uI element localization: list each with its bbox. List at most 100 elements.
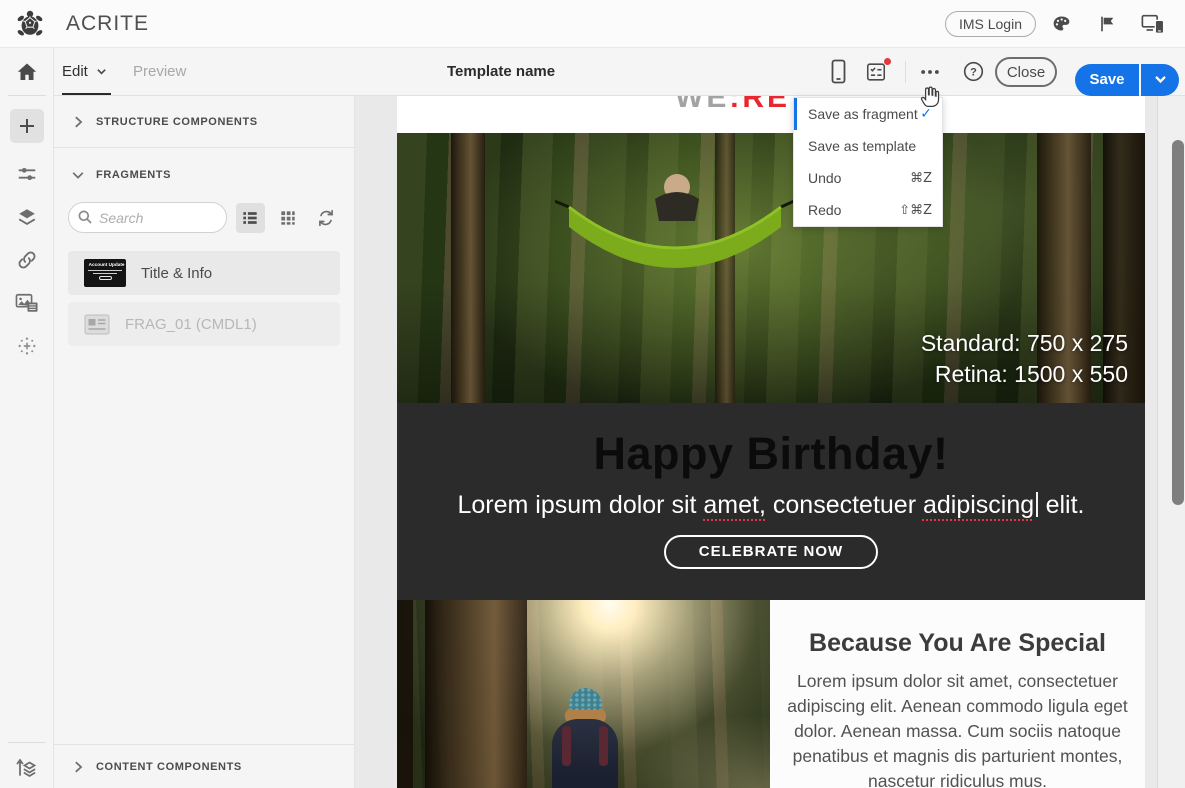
edit-mode-selector[interactable]: Edit [62,48,107,95]
help-button[interactable]: ? [960,48,986,95]
menu-item-shortcut: ⌘Z [910,170,932,186]
toolbar-divider [905,61,906,83]
menu-item-shortcut: ⇧⌘Z [899,202,932,218]
grid-view-button[interactable] [274,203,303,233]
validation-button[interactable] [863,48,892,95]
chevron-down-icon [1154,73,1167,86]
refresh-icon [316,208,336,228]
rail-divider [7,95,46,96]
fragment-label: FRAG_01 (CMDL1) [125,315,257,333]
devices-icon[interactable] [1141,12,1165,36]
hero-tree-trunk [451,133,485,403]
subtitle-text: consectetuer [765,491,923,519]
checklist-icon [865,56,892,83]
palette-icon[interactable] [1049,12,1073,36]
celebrate-now-button[interactable]: CELEBRATE NOW [663,535,879,569]
left-rail [0,48,54,788]
section-label: FRAGMENTS [96,169,172,181]
canvas-scrollbar-thumb[interactable] [1172,140,1184,505]
more-options-menu: Save as fragment ✓ Save as template Undo… [793,97,943,227]
menu-item-label: Undo [808,170,842,186]
help-icon: ? [962,60,985,83]
content-components-section[interactable]: CONTENT COMPONENTS [54,744,354,788]
two-column-section: Because You Are Special Lorem ipsum dolo… [397,600,1145,788]
menu-item-label: Save as template [808,138,917,154]
special-paragraph: Lorem ipsum dolor sit amet, consectetuer… [787,671,1128,788]
structure-components-section[interactable]: STRUCTURE COMPONENTS [54,96,354,148]
chevron-right-icon [71,760,85,774]
check-icon: ✓ [920,106,932,122]
components-sidebar: STRUCTURE COMPONENTS FRAGMENTS Search Ac… [54,96,355,788]
canvas-scrollbar-track[interactable] [1157,96,1185,788]
hero-size-standard: Standard: 750 x 275 [920,330,1128,356]
email-template: WE:RE Standard: 750 x 275 Retina: 1500 x… [397,96,1145,788]
edit-mode-label: Edit [62,63,88,80]
brand-logo: WE:RE [675,96,790,115]
fragments-section-header[interactable]: FRAGMENTS [54,148,354,202]
ims-login-button[interactable]: IMS Login [944,10,1036,37]
menu-item-redo[interactable]: Redo ⇧⌘Z [794,194,942,226]
refresh-button[interactable] [311,203,340,233]
tree-trunk [397,600,413,788]
plus-icon [18,117,36,135]
sliders-icon[interactable] [15,162,39,186]
forest-walk-image-block[interactable] [397,600,770,788]
thumbnail-button [98,276,112,280]
add-components-button[interactable] [9,109,44,143]
birthday-heading[interactable]: Happy Birthday! [397,403,1145,480]
text-caret [1036,492,1038,517]
subtitle-text: Lorem ipsum dolor sit [457,491,704,519]
hero-image-block[interactable]: Standard: 750 x 275 Retina: 1500 x 550 [397,133,1145,403]
home-button[interactable] [0,48,53,95]
grid-view-icon [278,208,298,228]
subtitle-text: elit. [1038,491,1085,519]
app-name: ACRITE [66,11,150,35]
content-tree-icon[interactable] [15,755,39,779]
fragment-item-title-info[interactable]: Account Update Title & Info [68,251,340,295]
special-heading: Because You Are Special [809,629,1106,657]
misspelled-word: amet, [703,491,766,519]
more-icon [919,61,941,83]
list-view-button[interactable] [235,202,265,233]
backpack-strap [562,726,571,766]
menu-item-save-as-fragment[interactable]: Save as fragment ✓ [794,98,942,130]
fragments-toolbar [54,202,354,247]
close-button[interactable]: Close [995,57,1057,87]
search-field-wrap [68,202,227,233]
tab-preview[interactable]: Preview [133,48,186,95]
media-icon[interactable] [15,291,39,315]
special-text-block[interactable]: Because You Are Special Lorem ipsum dolo… [770,600,1145,788]
birthday-subtitle[interactable]: Lorem ipsum dolor sit amet, consectetuer… [397,491,1145,520]
link-icon[interactable] [15,248,39,272]
more-options-button[interactable] [917,48,943,95]
menu-item-undo[interactable]: Undo ⌘Z [794,162,942,194]
svg-text:?: ? [970,66,977,78]
phone-preview-icon [831,59,846,84]
sparkle-icon[interactable] [15,334,39,358]
brand-text-red: :RE [729,96,790,114]
top-header: ACRITE IMS Login [0,0,1185,48]
flag-icon[interactable] [1095,12,1119,36]
hero-size-caption: Standard: 750 x 275 Retina: 1500 x 550 [921,328,1128,390]
hiker-beanie [569,688,602,710]
notification-badge [883,56,892,66]
menu-item-save-as-template[interactable]: Save as template [794,130,942,162]
active-tab-indicator [62,93,111,95]
section-label: STRUCTURE COMPONENTS [96,115,258,128]
fragment-thumbnail: Account Update [84,259,126,287]
tree-trunk [425,600,527,788]
fragments-section: FRAGMENTS Search Account Update Title & … [54,148,354,744]
layers-icon[interactable] [15,205,39,229]
app-window: ACRITE IMS Login Edit Preview Template n… [0,0,1185,788]
menu-item-label: Redo [808,202,842,218]
mobile-preview-button[interactable] [825,48,851,95]
save-button[interactable]: Save [1075,63,1139,96]
email-brand-block[interactable]: WE:RE [397,96,1145,133]
header-actions: IMS Login [944,10,1169,37]
birthday-section: Happy Birthday! Lorem ipsum dolor sit am… [397,403,1145,600]
save-options-button[interactable] [1141,63,1179,96]
fragment-item-frag01[interactable]: FRAG_01 (CMDL1) [68,302,340,346]
editor-toolbar: Edit Preview Template name ? Close Save [54,48,1185,96]
backpack-strap [599,726,608,766]
rail-divider [7,742,46,743]
